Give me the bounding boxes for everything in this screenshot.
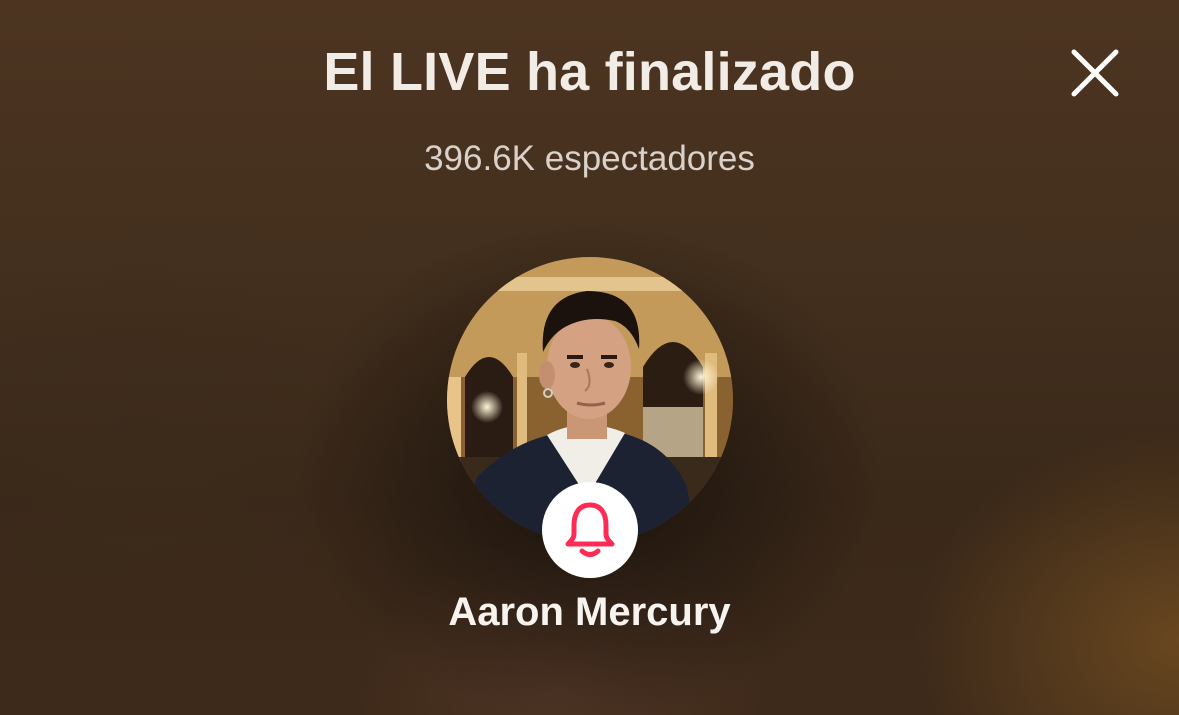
close-icon [1071, 49, 1119, 97]
page-title: El LIVE ha finalizado [323, 42, 856, 102]
host-name[interactable]: Aaron Mercury [0, 588, 1179, 636]
bell-icon [565, 502, 615, 557]
viewer-count: 396.6K espectadores [424, 139, 755, 178]
notify-bell-button[interactable] [542, 482, 638, 578]
close-button[interactable] [1066, 44, 1124, 102]
